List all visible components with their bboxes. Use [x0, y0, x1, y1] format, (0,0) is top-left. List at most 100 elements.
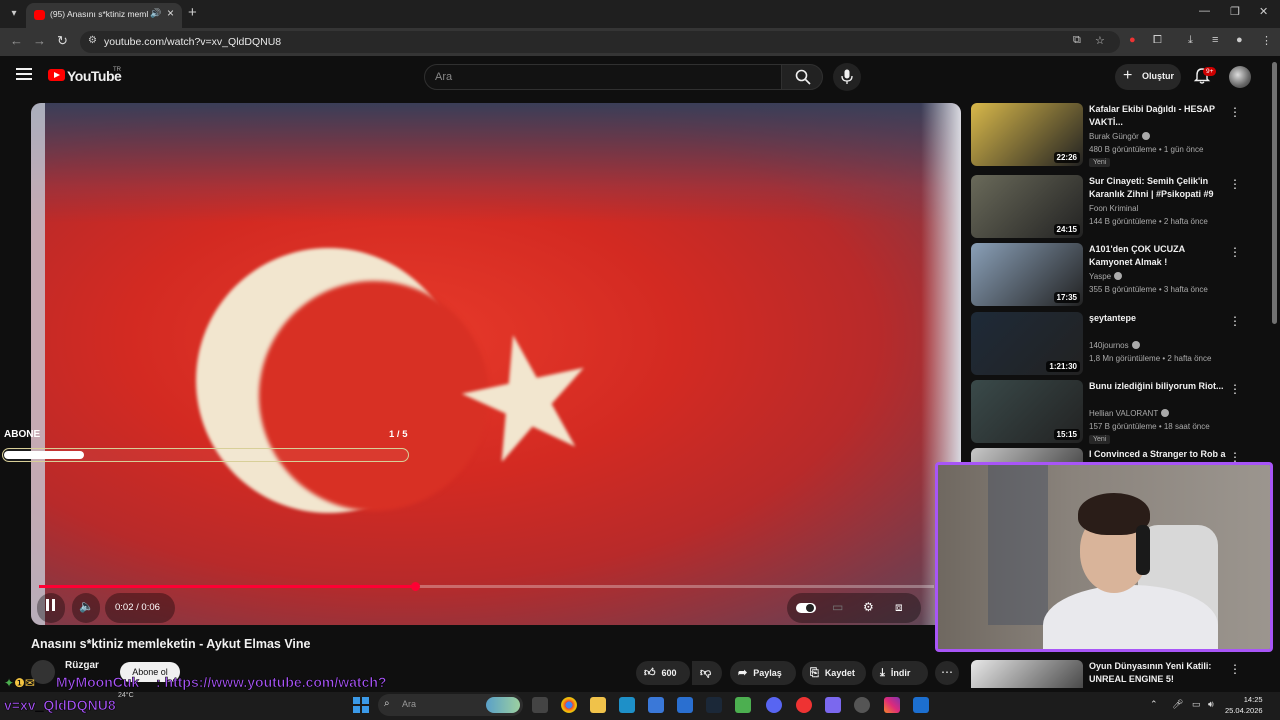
create-button[interactable]: + Oluştur — [1115, 64, 1181, 90]
video-thumbnail[interactable] — [971, 660, 1083, 688]
taskbar-clock[interactable]: 14:25 25.04.2026 — [1225, 694, 1263, 716]
steam-icon[interactable] — [706, 697, 722, 713]
restore-icon[interactable]: ❐ — [1230, 5, 1240, 18]
youtube-logo-icon[interactable] — [48, 69, 65, 81]
recommended-channel[interactable]: Foon Kriminal — [1089, 204, 1138, 213]
tray-chevron-icon[interactable]: ⌃ — [1150, 699, 1158, 710]
media-control-icon[interactable]: ≡ — [1212, 34, 1218, 46]
network-icon[interactable]: ▭ — [1192, 699, 1201, 710]
discord-icon[interactable] — [766, 697, 782, 713]
recommended-video[interactable]: 17:35 A101'den ÇOK UCUZA Kamyonet Almak !… — [971, 243, 1261, 307]
recommended-video[interactable]: Oyun Dünyasının Yeni Katili: UNREAL ENGI… — [971, 660, 1261, 688]
recommended-video[interactable]: 24:15 Sur Cinayeti: Semih Çelik'in Karanl… — [971, 175, 1261, 239]
channel-name[interactable]: Rüzgar — [65, 660, 99, 671]
page-scrollbar[interactable] — [1272, 62, 1277, 324]
pause-button[interactable] — [46, 598, 58, 616]
taskbar-search[interactable]: ⌕ Ara — [378, 694, 523, 716]
site-info-icon[interactable]: ⚙ — [88, 35, 97, 46]
close-window-icon[interactable]: ✕ — [1259, 5, 1268, 18]
recommended-title[interactable]: Bunu izlediğini biliyorum Riot... — [1089, 380, 1229, 393]
bookmark-star-icon[interactable]: ☆ — [1095, 34, 1105, 47]
settings-gear-icon[interactable]: ⚙ — [863, 600, 874, 614]
scrubber-handle[interactable] — [410, 582, 420, 591]
guide-menu-icon[interactable] — [16, 68, 32, 82]
extensions-icon[interactable]: ⧠ — [1153, 34, 1162, 47]
video-thumbnail[interactable]: 1:21:30 — [971, 312, 1083, 375]
video-options-icon[interactable]: ⋮ — [1229, 245, 1241, 259]
more-actions-button[interactable]: ⋯ — [935, 661, 959, 685]
account-avatar[interactable] — [1229, 66, 1251, 88]
subtitles-icon[interactable]: ▭ — [832, 600, 843, 614]
autoplay-toggle[interactable] — [796, 603, 816, 613]
url-text[interactable]: youtube.com/watch?v=xv_QldDQNU8 — [104, 36, 281, 48]
video-thumbnail[interactable]: 17:35 — [971, 243, 1083, 306]
voice-search-button[interactable] — [833, 63, 861, 91]
video-options-icon[interactable]: ⋮ — [1229, 177, 1241, 191]
video-thumbnail[interactable]: 22:26 — [971, 103, 1083, 166]
profile-icon[interactable]: ● — [1236, 34, 1243, 46]
app-icon[interactable] — [619, 697, 635, 713]
recommended-channel[interactable]: Hellian VALORANT — [1089, 409, 1170, 418]
video-options-icon[interactable]: ⋮ — [1229, 105, 1241, 119]
install-app-icon[interactable]: ⧉ — [1073, 34, 1081, 47]
mail-icon[interactable] — [677, 697, 693, 713]
recommended-channel[interactable]: Burak Güngör — [1089, 132, 1150, 141]
downloads-icon[interactable]: ⤓ — [1188, 34, 1193, 47]
video-options-icon[interactable]: ⋮ — [1229, 450, 1241, 462]
video-options-icon[interactable]: ⋮ — [1229, 314, 1241, 328]
obs-icon[interactable] — [854, 697, 870, 713]
chrome-icon[interactable] — [561, 697, 577, 713]
reload-icon[interactable]: ↻ — [57, 33, 68, 49]
search-button[interactable] — [781, 64, 823, 90]
miniplayer-icon[interactable]: ⧈ — [895, 600, 903, 615]
browser-menu-icon[interactable]: ⋮ — [1261, 34, 1272, 47]
recommended-video[interactable]: 22:26 Kafalar Ekibi Dağıldı - HESAP VAKTİ… — [971, 103, 1261, 167]
recommended-title[interactable]: I Convinced a Stranger to Rob a — [1089, 448, 1229, 461]
store-icon[interactable] — [648, 697, 664, 713]
recommended-title[interactable]: Sur Cinayeti: Semih Çelik'in Karanlık Zi… — [1089, 175, 1229, 201]
forward-icon[interactable]: → — [33, 33, 46, 48]
recommended-title[interactable]: A101'den ÇOK UCUZA Kamyonet Almak ! — [1089, 243, 1229, 269]
recommended-title[interactable]: Kafalar Ekibi Dağıldı - HESAP VAKTİ... — [1089, 103, 1229, 129]
back-icon[interactable]: ← — [10, 33, 23, 48]
microphone-tray-icon[interactable]: 🎤︎ — [1172, 699, 1183, 710]
save-button[interactable]: ⎘ Kaydet — [802, 661, 866, 685]
task-view-icon[interactable] — [532, 697, 548, 713]
close-tab-icon[interactable]: × — [167, 6, 174, 20]
file-explorer-icon[interactable] — [590, 697, 606, 713]
opera-icon[interactable] — [796, 697, 812, 713]
video-thumbnail[interactable]: 15:15 — [971, 380, 1083, 443]
volume-icon[interactable]: 🔈 — [79, 599, 94, 613]
minimize-icon[interactable]: — — [1199, 5, 1210, 17]
weather-widget[interactable]: 24°C — [118, 692, 134, 699]
extension-red-icon[interactable]: ● — [1129, 34, 1136, 46]
video-thumbnail[interactable] — [971, 448, 1083, 462]
download-button[interactable]: ⤓ İndir — [872, 661, 928, 685]
dislike-button[interactable]: 👎︎ — [692, 661, 722, 685]
new-tab-button[interactable]: + — [188, 4, 197, 21]
recommended-title[interactable]: Oyun Dünyasının Yeni Katili: UNREAL ENGI… — [1089, 660, 1229, 686]
video-thumbnail[interactable]: 24:15 — [971, 175, 1083, 238]
teams-icon[interactable] — [825, 697, 841, 713]
like-button[interactable]: 👍︎ 600 — [636, 661, 690, 685]
recommended-video[interactable]: 1:21:30 şeytantepe 140journos 1,8 Mn görünt… — [971, 312, 1261, 376]
video-player[interactable]: 🔈 0:02 / 0:06 ▭ ⚙ ⧈ — [31, 103, 961, 625]
share-button[interactable]: ➦ Paylaş — [730, 661, 796, 685]
app-icon[interactable] — [913, 697, 929, 713]
recommended-channel[interactable]: Yaspe — [1089, 272, 1123, 281]
minecraft-icon[interactable] — [735, 697, 751, 713]
windows-start-icon[interactable] — [353, 697, 369, 713]
video-options-icon[interactable]: ⋮ — [1229, 662, 1241, 676]
recommended-video[interactable]: 15:15 Bunu izlediğini biliyorum Riot... He… — [971, 380, 1261, 444]
recommended-video[interactable]: I Convinced a Stranger to Rob a ⋮ — [971, 448, 1261, 462]
browser-tab[interactable]: (95) Anasını s*ktiniz memle 🔊 × — [26, 3, 182, 28]
recommended-title[interactable]: şeytantepe — [1089, 312, 1229, 325]
search-input[interactable]: Ara — [424, 64, 782, 90]
volume-tray-icon[interactable]: 🔊︎ — [1208, 699, 1214, 710]
video-options-icon[interactable]: ⋮ — [1229, 382, 1241, 396]
tab-search-icon[interactable]: ▾ — [4, 4, 24, 24]
instagram-icon[interactable] — [884, 697, 900, 713]
audio-playing-icon[interactable]: 🔊 — [150, 8, 161, 19]
address-bar[interactable]: ⚙ youtube.com/watch?v=xv_QldDQNU8 — [80, 31, 1120, 53]
recommended-channel[interactable]: 140journos — [1089, 341, 1140, 350]
